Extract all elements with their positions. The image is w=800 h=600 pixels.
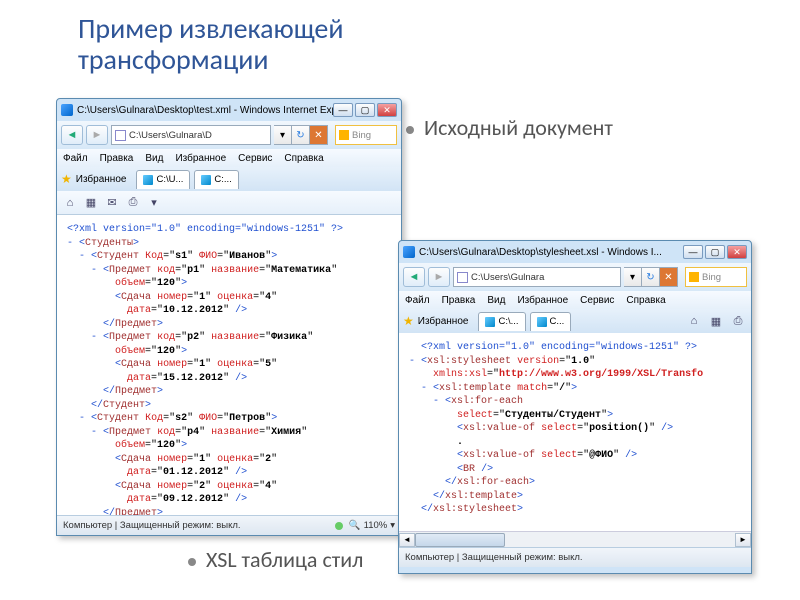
address-bar[interactable]: C:\Users\Gulnara\D (111, 125, 271, 145)
page-menu-icon[interactable]: ▾ (145, 194, 163, 212)
command-bar: ⌂ ▦ ✉ ⎙ ▾ (57, 191, 401, 215)
ie-icon (403, 246, 415, 258)
favorites-label[interactable]: Избранное (418, 316, 469, 327)
window-title: C:\Users\Gulnara\Desktop\test.xml - Wind… (77, 105, 333, 116)
address-bar[interactable]: C:\Users\Gulnara (453, 267, 621, 287)
minimize-button[interactable]: — (683, 245, 703, 259)
caption-xsl: XSL таблица стил (188, 546, 363, 573)
back-button[interactable] (403, 267, 425, 287)
bing-icon (339, 130, 349, 140)
nav-toolbar: C:\Users\Gulnara\D ▾ ↻ ✕ Bing (57, 121, 401, 149)
caption-source: Исходный документ (406, 114, 613, 141)
browser-tab[interactable]: C:\U... (136, 170, 190, 189)
menu-help[interactable]: Справка (284, 153, 323, 164)
menu-view[interactable]: Вид (145, 153, 163, 164)
maximize-button[interactable]: ▢ (355, 103, 375, 117)
favorites-star-icon[interactable]: ★ (403, 314, 414, 328)
feeds-icon[interactable]: ▦ (707, 312, 725, 330)
status-bar: Компьютер | Защищенный режим: выкл. (399, 547, 751, 567)
content-pane[interactable]: <?xml version="1.0" encoding="windows-12… (57, 215, 401, 515)
tab-bar: ★ Избранное C:\... C... ⌂ ▦ ⎙ (399, 309, 751, 333)
stop-button[interactable]: ✕ (310, 125, 328, 145)
status-text: Компьютер | Защищенный режим: выкл. (63, 520, 241, 531)
menu-help[interactable]: Справка (626, 295, 665, 306)
forward-button[interactable] (428, 267, 450, 287)
mail-icon[interactable]: ✉ (103, 194, 121, 212)
browser-window-xsl: C:\Users\Gulnara\Desktop\stylesheet.xsl … (398, 240, 752, 574)
print-icon[interactable]: ⎙ (729, 312, 747, 330)
minimize-button[interactable]: — (333, 103, 353, 117)
status-text: Компьютер | Защищенный режим: выкл. (405, 552, 583, 563)
titlebar[interactable]: C:\Users\Gulnara\Desktop\test.xml - Wind… (57, 99, 401, 121)
menu-favorites[interactable]: Избранное (175, 153, 226, 164)
browser-tab[interactable]: C... (530, 312, 572, 331)
close-button[interactable]: ✕ (727, 245, 747, 259)
menu-file[interactable]: Файл (405, 295, 430, 306)
tab-icon (201, 175, 211, 185)
close-button[interactable]: ✕ (377, 103, 397, 117)
tab-icon (537, 317, 547, 327)
search-input[interactable]: Bing (685, 267, 747, 287)
menu-edit[interactable]: Правка (442, 295, 476, 306)
menu-view[interactable]: Вид (487, 295, 505, 306)
ie-icon (61, 104, 73, 116)
bullet-icon (188, 558, 196, 566)
content-pane[interactable]: <?xml version="1.0" encoding="windows-12… (399, 333, 751, 531)
tab-bar: ★ Избранное C:\U... C:... (57, 167, 401, 191)
home-icon[interactable]: ⌂ (685, 312, 703, 330)
home-icon[interactable]: ⌂ (61, 194, 79, 212)
dropdown-button[interactable]: ▾ (274, 125, 292, 145)
back-button[interactable] (61, 125, 83, 145)
bing-icon (689, 272, 699, 282)
favorites-star-icon[interactable]: ★ (61, 172, 72, 186)
menu-tools[interactable]: Сервис (580, 295, 614, 306)
forward-button[interactable] (86, 125, 108, 145)
menu-file[interactable]: Файл (63, 153, 88, 164)
bullet-icon (406, 126, 414, 134)
menu-favorites[interactable]: Избранное (517, 295, 568, 306)
stop-button[interactable]: ✕ (660, 267, 678, 287)
browser-tab[interactable]: C:\... (478, 312, 525, 331)
slide-title: Пример извлекающей трансформации (0, 0, 800, 76)
menu-bar: Файл Правка Вид Избранное Сервис Справка (399, 291, 751, 309)
status-bar: Компьютер | Защищенный режим: выкл. 🔍 11… (57, 515, 401, 535)
page-icon (115, 130, 126, 141)
page-icon (457, 272, 468, 283)
reload-button[interactable]: ↻ (642, 267, 660, 287)
menu-edit[interactable]: Правка (100, 153, 134, 164)
zoom-control[interactable]: 🔍 110% ▾ (349, 520, 395, 531)
tab-icon (143, 175, 153, 185)
window-title: C:\Users\Gulnara\Desktop\stylesheet.xsl … (419, 247, 683, 258)
feeds-icon[interactable]: ▦ (82, 194, 100, 212)
browser-window-xml: C:\Users\Gulnara\Desktop\test.xml - Wind… (56, 98, 402, 536)
dropdown-button[interactable]: ▾ (624, 267, 642, 287)
menu-bar: Файл Правка Вид Избранное Сервис Справка (57, 149, 401, 167)
titlebar[interactable]: C:\Users\Gulnara\Desktop\stylesheet.xsl … (399, 241, 751, 263)
scroll-right-button[interactable]: ► (735, 533, 751, 547)
nav-toolbar: C:\Users\Gulnara ▾ ↻ ✕ Bing (399, 263, 751, 291)
zone-icon (335, 522, 343, 530)
menu-tools[interactable]: Сервис (238, 153, 272, 164)
search-input[interactable]: Bing (335, 125, 397, 145)
print-icon[interactable]: ⎙ (124, 194, 142, 212)
favorites-label[interactable]: Избранное (76, 174, 127, 185)
scroll-thumb[interactable] (415, 533, 505, 547)
scroll-left-button[interactable]: ◄ (399, 533, 415, 547)
reload-button[interactable]: ↻ (292, 125, 310, 145)
browser-tab[interactable]: C:... (194, 170, 238, 189)
tab-icon (485, 317, 495, 327)
maximize-button[interactable]: ▢ (705, 245, 725, 259)
horizontal-scrollbar[interactable]: ◄ ► (399, 531, 751, 547)
